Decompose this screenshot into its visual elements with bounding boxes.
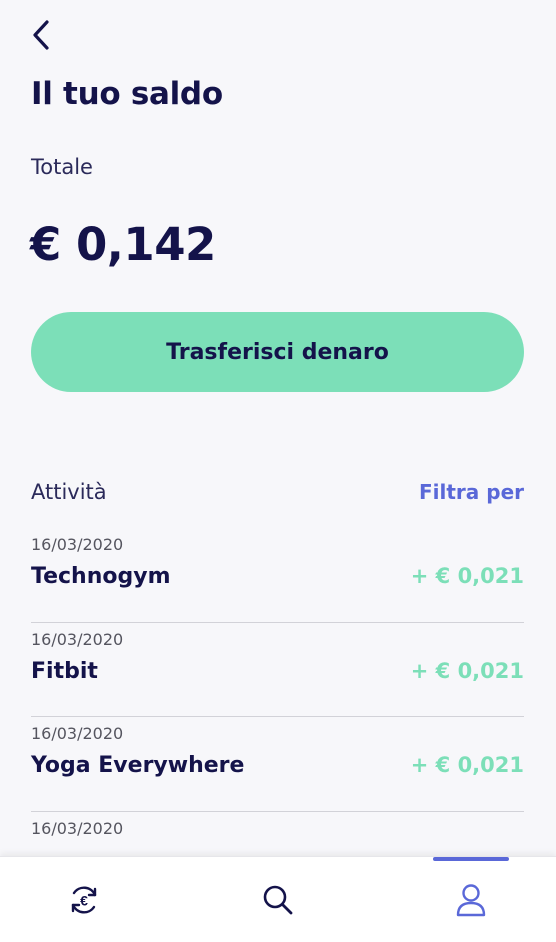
activity-header: Attività Filtra per [31,480,524,504]
transaction-date: 16/03/2020 [31,724,124,743]
filter-button[interactable]: Filtra per [419,480,524,504]
activity-list: 16/03/2020 Technogym + € 0,021 16/03/202… [31,528,524,906]
list-item[interactable]: 16/03/2020 Fitbit + € 0,021 [31,623,524,717]
page-title: Il tuo saldo [31,76,223,112]
activity-title: Attività [31,480,107,504]
tab-wallet[interactable]: € [24,857,144,942]
balance-label: Totale [31,155,93,179]
list-item[interactable]: 16/03/2020 Technogym + € 0,021 [31,528,524,623]
transaction-name: Yoga Everywhere [31,753,245,778]
euro-exchange-icon: € [71,886,97,914]
transaction-date: 16/03/2020 [31,535,124,554]
list-item[interactable]: 16/03/2020 Yoga Everywhere + € 0,021 [31,717,524,812]
profile-icon [456,884,486,917]
transaction-date: 16/03/2020 [31,818,124,838]
search-icon [263,885,293,915]
transaction-name: Fitbit [31,658,98,684]
balance-amount: € 0,142 [30,218,216,271]
transaction-name: Technogym [31,564,171,589]
transaction-amount: + € 0,021 [410,753,524,777]
back-button[interactable] [26,18,56,52]
tab-profile[interactable] [411,857,531,942]
transfer-money-button[interactable]: Trasferisci denaro [31,312,524,392]
transaction-amount: + € 0,021 [410,564,524,588]
transaction-amount: + € 0,021 [410,658,524,683]
svg-text:€: € [80,893,88,909]
chevron-left-icon [33,20,49,50]
tab-search[interactable] [218,857,338,942]
bottom-tab-bar: € [0,856,556,942]
transaction-date: 16/03/2020 [31,629,124,649]
